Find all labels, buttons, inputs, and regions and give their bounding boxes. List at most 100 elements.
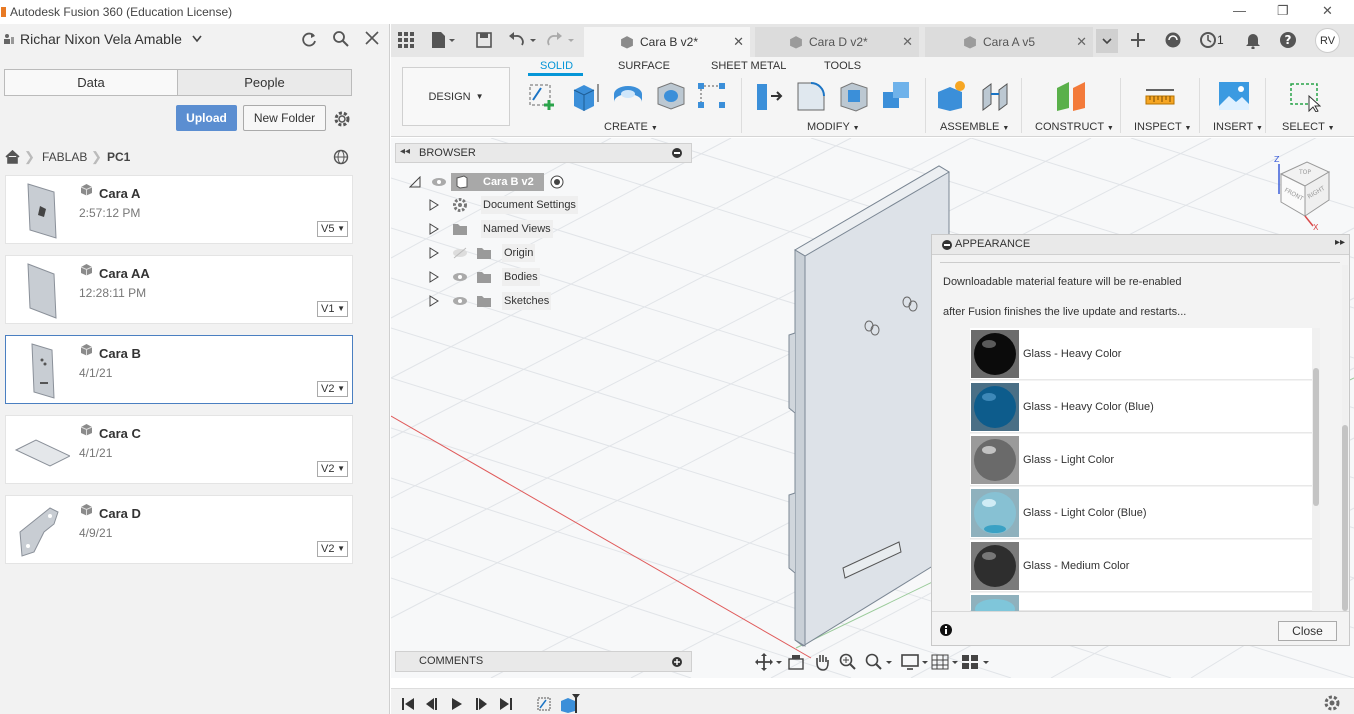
browser-item-named-views[interactable]: Named Views	[428, 218, 673, 239]
timeline-extrude-feature-icon[interactable]	[559, 693, 581, 713]
version-select[interactable]: V1 ▼	[317, 301, 348, 317]
insert-menu[interactable]: INSERT ▼	[1213, 121, 1263, 133]
gear-icon[interactable]	[333, 110, 351, 128]
visibility-eye-icon[interactable]	[452, 295, 468, 307]
insert-image-icon[interactable]	[1218, 80, 1250, 112]
tab-solid[interactable]: SOLID	[540, 60, 573, 72]
close-tab-icon[interactable]: ✕	[733, 34, 744, 50]
appearance-header[interactable]: APPEARANCE ▸▸	[932, 235, 1349, 255]
file-card-selected[interactable]: Cara B 4/1/21 V2 ▼	[5, 335, 353, 404]
help-icon[interactable]: ?	[1279, 31, 1297, 49]
file-name[interactable]: Cara B	[99, 346, 141, 361]
display-settings-icon[interactable]	[901, 654, 929, 670]
minimize-panel-icon[interactable]	[672, 148, 682, 158]
new-component-icon[interactable]	[936, 80, 968, 112]
browser-item-bodies[interactable]: Bodies	[428, 266, 673, 287]
job-status-icon[interactable]	[1199, 31, 1217, 49]
file-card[interactable]: Cara A 2:57:12 PM V5 ▼	[5, 175, 353, 244]
zoom-icon[interactable]	[839, 653, 859, 671]
refresh-icon[interactable]	[300, 30, 318, 48]
shell-icon[interactable]	[838, 80, 870, 112]
new-tab-icon[interactable]	[1130, 32, 1146, 48]
tab-sheet-metal[interactable]: SHEET METAL	[711, 60, 786, 72]
restore-button[interactable]: ❐	[1277, 3, 1289, 19]
collapse-browser-icon[interactable]: ◂◂	[400, 146, 410, 157]
pan-hand-icon[interactable]	[813, 653, 831, 671]
add-comment-icon[interactable]	[672, 657, 682, 667]
file-card[interactable]: Cara C 4/1/21 V2 ▼	[5, 415, 353, 484]
visibility-eye-icon[interactable]	[452, 271, 468, 283]
save-icon[interactable]	[476, 32, 492, 48]
home-icon[interactable]	[5, 150, 20, 164]
user-avatar[interactable]: RV	[1315, 28, 1340, 53]
redo-icon[interactable]	[547, 32, 577, 48]
undo-icon[interactable]	[508, 32, 538, 48]
look-at-icon[interactable]	[788, 654, 804, 670]
new-folder-button[interactable]: New Folder	[243, 105, 326, 131]
info-icon[interactable]	[940, 624, 952, 636]
tab-people[interactable]: People	[177, 69, 352, 96]
view-cube[interactable]: TOP FRONT RIGHT Z X	[1271, 154, 1333, 230]
tab-overflow-button[interactable]	[1096, 29, 1118, 53]
tab-cara-d[interactable]: Cara D v2* ✕	[755, 27, 919, 57]
pattern-icon[interactable]	[697, 80, 729, 112]
file-name[interactable]: Cara C	[99, 426, 141, 441]
activate-radio-icon[interactable]	[550, 175, 564, 189]
window-select-icon[interactable]	[1289, 80, 1321, 112]
go-to-end-icon[interactable]	[499, 697, 513, 711]
modify-menu[interactable]: MODIFY ▼	[807, 121, 860, 133]
fillet-icon[interactable]	[795, 80, 827, 112]
chevron-down-icon[interactable]	[192, 35, 202, 43]
tab-cara-b[interactable]: Cara B v2* ✕	[584, 27, 750, 57]
hidden-eye-icon[interactable]	[452, 247, 468, 259]
comments-panel-header[interactable]: COMMENTS	[395, 651, 692, 672]
material-item[interactable]: Glass - Light Color (Blue)	[970, 487, 1312, 539]
scrollbar-thumb[interactable]	[1342, 425, 1348, 611]
revolve-icon[interactable]	[612, 80, 644, 112]
file-menu-icon[interactable]	[431, 31, 459, 49]
minimize-panel-icon[interactable]	[942, 240, 952, 250]
combine-icon[interactable]	[881, 80, 913, 112]
file-name[interactable]: Cara D	[99, 506, 141, 521]
close-tab-icon[interactable]: ✕	[1076, 34, 1087, 50]
visibility-eye-icon[interactable]	[431, 176, 447, 188]
extensions-icon[interactable]	[1164, 31, 1182, 49]
notifications-icon[interactable]	[1245, 31, 1261, 49]
tab-surface[interactable]: SURFACE	[618, 60, 670, 72]
timeline-sketch-feature-icon[interactable]	[536, 694, 554, 712]
file-name[interactable]: Cara A	[99, 186, 140, 201]
material-item-partial[interactable]	[970, 593, 1312, 611]
measure-icon[interactable]	[1144, 80, 1176, 112]
minimize-button[interactable]: —	[1233, 3, 1246, 18]
browser-item-origin[interactable]: Origin	[428, 242, 673, 263]
material-item[interactable]: Glass - Heavy Color	[970, 328, 1312, 380]
material-item[interactable]: Glass - Light Color	[970, 434, 1312, 486]
extrude-icon[interactable]	[570, 80, 602, 112]
joint-icon[interactable]	[979, 80, 1011, 112]
create-menu[interactable]: CREATE ▼	[604, 121, 658, 133]
tab-data[interactable]: Data	[4, 69, 178, 96]
browser-panel-header[interactable]: ◂◂ BROWSER	[395, 143, 692, 163]
create-sketch-icon[interactable]	[527, 80, 559, 112]
play-icon[interactable]	[450, 697, 464, 711]
material-item[interactable]: Glass - Medium Color	[970, 540, 1312, 592]
browser-item-document-settings[interactable]: Document Settings	[428, 194, 673, 215]
tab-cara-a[interactable]: Cara A v5 ✕	[925, 27, 1093, 57]
go-to-start-icon[interactable]	[401, 697, 415, 711]
fit-icon[interactable]	[865, 653, 893, 671]
grid-settings-icon[interactable]	[931, 654, 959, 670]
expand-arrow-icon[interactable]	[428, 270, 440, 283]
expand-arrow-icon[interactable]	[428, 222, 440, 235]
select-menu[interactable]: SELECT ▼	[1282, 121, 1335, 133]
orbit-icon[interactable]	[755, 653, 783, 671]
dialog-scrollbar[interactable]	[1342, 265, 1348, 611]
search-icon[interactable]	[332, 30, 350, 48]
browser-item-sketches[interactable]: Sketches	[428, 290, 673, 311]
version-select[interactable]: V2 ▼	[317, 461, 348, 477]
file-name[interactable]: Cara AA	[99, 266, 150, 281]
breadcrumb-folder[interactable]: FABLAB	[42, 150, 87, 164]
material-scrollbar[interactable]	[1312, 328, 1320, 611]
globe-icon[interactable]	[333, 149, 349, 165]
file-card[interactable]: Cara AA 12:28:11 PM V1 ▼	[5, 255, 353, 324]
file-card[interactable]: Cara D 4/9/21 V2 ▼	[5, 495, 353, 564]
